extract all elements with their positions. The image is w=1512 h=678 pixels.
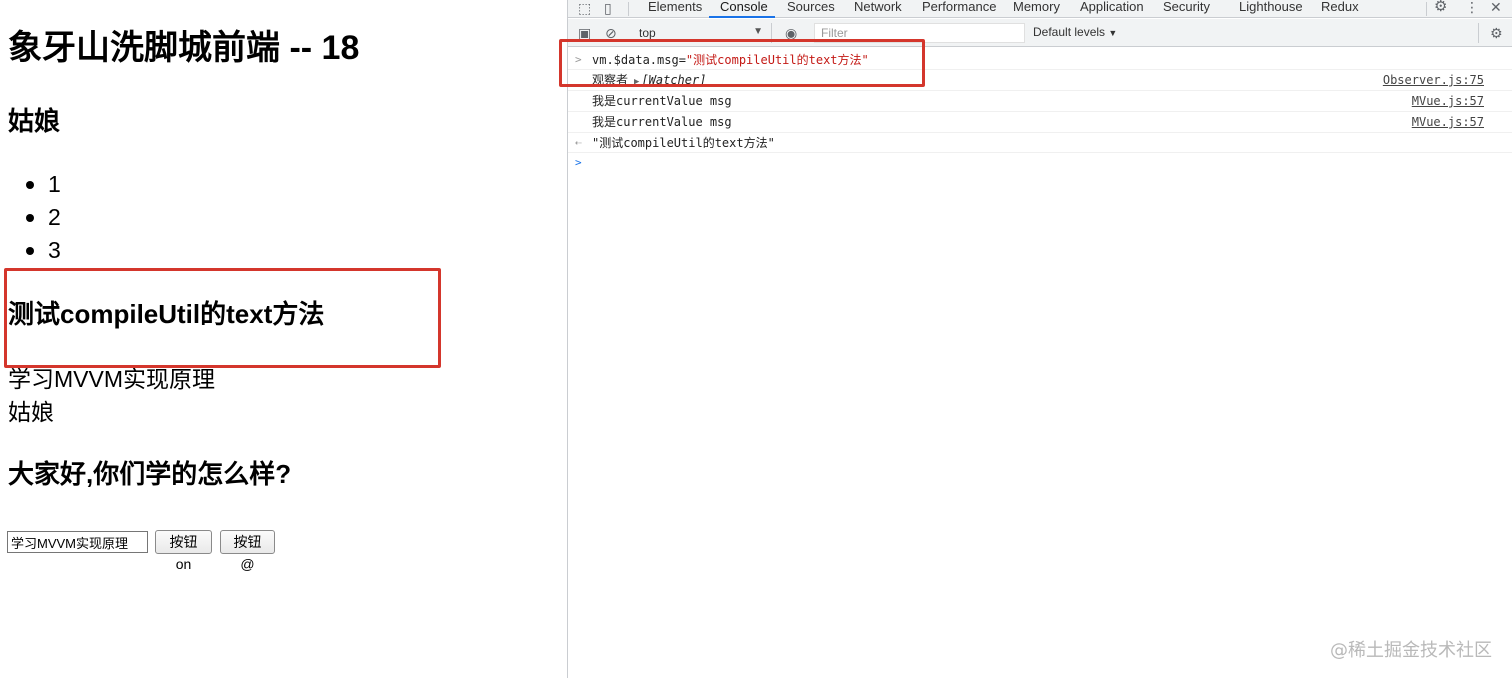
list-item: 2 [26,201,61,234]
tab-performance[interactable]: Performance [922,0,996,15]
tab-lighthouse[interactable]: Lighthouse [1239,0,1303,15]
tab-memory[interactable]: Memory [1013,0,1060,15]
settings-gear-icon[interactable]: ⚙ [1434,0,1447,15]
page-title: 象牙山洗脚城前端 -- 18 [8,29,360,67]
source-link[interactable]: Observer.js:75 [1383,70,1484,90]
result-arrow-icon: ⇠ [575,136,582,149]
button-at[interactable]: 按钮@ [220,530,275,572]
subtitle-heading: 姑娘 [8,106,61,136]
tab-sources[interactable]: Sources [787,0,835,15]
tab-application[interactable]: Application [1080,0,1144,15]
hello-heading: 大家好,你们学的怎么样? [8,459,292,489]
msg-input[interactable] [7,531,148,553]
highlight-box-console [559,39,925,87]
log-text: 我是currentValue msg [592,115,732,129]
levels-label: Default levels [1033,25,1106,39]
girl-text: 姑娘 [8,399,54,425]
log-text: 我是currentValue msg [592,94,732,108]
result-text: "测试compileUtil的text方法" [592,136,775,150]
devtools-panel: ⬚ ▯ Elements Console Sources Network Per… [567,0,1512,678]
console-log-row: 我是currentValue msg MVue.js:57 [568,91,1512,112]
log-levels-dropdown[interactable]: Default levels ▼ [1033,25,1117,39]
dropdown-arrow-icon: ▼ [753,26,763,37]
tab-network[interactable]: Network [854,0,902,15]
close-icon[interactable]: ✕ [1490,0,1502,15]
tab-divider [1426,2,1427,16]
console-result-row: ⇠ "测试compileUtil的text方法" [568,133,1512,153]
source-link[interactable]: MVue.js:57 [1412,112,1484,132]
tab-redux[interactable]: Redux [1321,0,1359,15]
context-label: top [639,26,656,40]
console-settings-gear-icon[interactable]: ⚙ [1490,25,1503,41]
highlight-box-page [4,268,441,368]
list-item: 1 [26,168,61,201]
tab-elements[interactable]: Elements [648,0,702,15]
devtools-tabbar: ⬚ ▯ Elements Console Sources Network Per… [568,0,1512,18]
button-on[interactable]: 按钮on [155,530,212,572]
prompt-chevron-icon: > [575,156,582,169]
chevron-down-icon: ▼ [1108,28,1118,38]
console-prompt-row[interactable]: > [568,153,1512,173]
source-link[interactable]: MVue.js:57 [1412,91,1484,111]
tab-security[interactable]: Security [1163,0,1210,15]
more-options-icon[interactable]: ⋮ [1465,0,1479,15]
tab-console[interactable]: Console [720,0,768,15]
console-log-row: 我是currentValue msg MVue.js:57 [568,112,1512,133]
tab-divider [628,2,629,16]
active-tab-indicator [709,16,775,18]
toolbar-divider [1478,23,1479,43]
watermark: @稀土掘金技术社区 [1330,640,1492,661]
number-list: 1 2 3 [26,168,61,267]
device-toolbar-icon[interactable]: ▯ [604,0,612,16]
inspect-element-icon[interactable]: ⬚ [578,0,591,16]
list-item: 3 [26,234,61,267]
